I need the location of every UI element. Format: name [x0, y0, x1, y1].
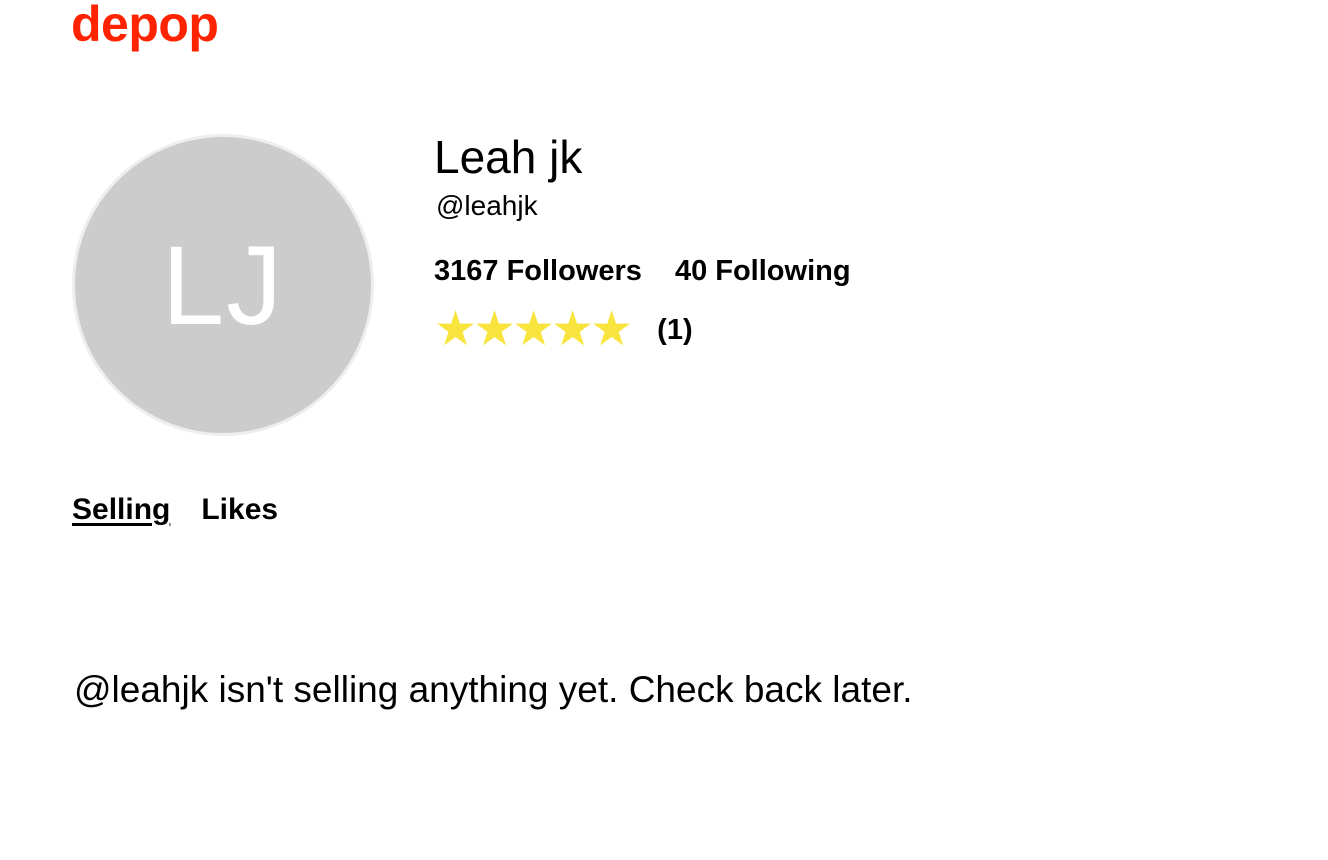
tab-likes[interactable]: Likes	[201, 491, 278, 531]
following-link[interactable]: 40 Following	[675, 253, 851, 289]
profile-tabs: Selling Likes	[72, 491, 278, 531]
display-name: Leah jk	[434, 131, 583, 183]
tab-selling[interactable]: Selling	[72, 491, 170, 531]
avatar: LJ	[72, 134, 374, 436]
followers-link[interactable]: 3167 Followers	[434, 253, 642, 289]
star-icon: ★	[434, 303, 477, 356]
star-icon: ★	[512, 303, 555, 356]
follow-stats: 3167 Followers 40 Following	[434, 253, 851, 289]
star-icon: ★	[473, 303, 516, 356]
avatar-initials: LJ	[161, 223, 285, 348]
username: @leahjk	[436, 190, 538, 221]
seller-rating[interactable]: ★ ★ ★ ★ ★ (1)	[434, 303, 693, 357]
profile-page: depop LJ Leah jk @leahjk 3167 Followers …	[0, 0, 1328, 860]
review-count: (1)	[657, 314, 693, 346]
empty-state-message: @leahjk isn't selling anything yet. Chec…	[74, 669, 913, 710]
depop-logo[interactable]: depop	[71, 0, 219, 54]
star-icon: ★	[551, 303, 594, 356]
star-rating: ★ ★ ★ ★ ★	[434, 303, 633, 357]
star-icon: ★	[590, 303, 633, 356]
